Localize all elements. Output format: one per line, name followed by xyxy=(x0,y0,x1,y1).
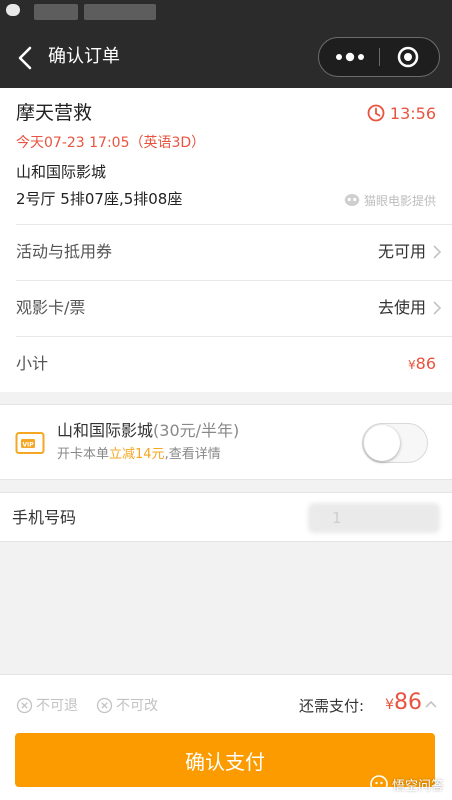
vip-card-icon: VIP xyxy=(15,432,45,454)
watermark-text: 悟空问答 xyxy=(391,778,444,794)
row-subtotal: 小计 ¥86 xyxy=(16,336,452,392)
watermark: 悟空问答 xyxy=(370,774,444,794)
blurred-status-text xyxy=(84,4,156,20)
membership-card-offer[interactable]: VIP 山和国际影城(30元/半年) 开卡本单立减14元,查看详情 xyxy=(0,404,452,480)
currency-symbol: ¥ xyxy=(385,697,394,713)
movie-card-label: 观影卡/票 xyxy=(16,298,86,317)
order-summary-card: 摩天营救 13:56 今天07-23 17:05（英语3D） 山和国际影城 2号… xyxy=(0,88,452,392)
vip-desc-prefix: 开卡本单 xyxy=(57,447,110,462)
phone-redaction xyxy=(308,503,440,533)
payment-countdown: 13:56 xyxy=(367,102,436,124)
subtotal-label: 小计 xyxy=(16,354,49,373)
svg-text:VIP: VIP xyxy=(22,441,34,448)
phone-label: 手机号码 xyxy=(12,508,77,527)
cinema-name: 山和国际影城 xyxy=(16,163,107,181)
coupons-label: 活动与抵用券 xyxy=(16,242,113,261)
chevron-right-icon xyxy=(433,301,442,315)
blurred-status-text xyxy=(34,4,78,20)
row-movie-card[interactable]: 观影卡/票 去使用 xyxy=(16,280,452,336)
provider-badge: 猫眼电影提供 xyxy=(344,191,436,209)
no-change-text: 不可改 xyxy=(116,698,158,714)
toggle-knob xyxy=(364,425,400,461)
no-refund-text: 不可退 xyxy=(36,698,78,714)
more-dots-icon[interactable] xyxy=(319,38,379,76)
chevron-right-icon xyxy=(433,245,442,259)
x-circle-icon xyxy=(96,697,113,713)
currency-symbol: ¥ xyxy=(408,358,416,372)
vip-description: 开卡本单立减14元,查看详情 xyxy=(57,446,221,464)
pay-label: 还需支付: xyxy=(298,697,364,715)
no-refund-policy: 不可退 xyxy=(16,695,78,715)
vip-discount: 立减14元 xyxy=(109,447,165,462)
pay-amount[interactable]: ¥86 xyxy=(385,687,422,721)
vip-toggle[interactable] xyxy=(362,423,428,463)
subtotal-amount: 86 xyxy=(415,354,436,373)
chevron-up-icon[interactable] xyxy=(424,699,438,709)
pay-amount-value: 86 xyxy=(394,690,422,715)
x-circle-icon xyxy=(16,697,33,713)
vip-details-link[interactable]: ,查看详情 xyxy=(165,447,221,462)
provider-text: 猫眼电影提供 xyxy=(363,193,436,208)
cat-eye-logo-icon xyxy=(344,194,360,206)
movie-title: 摩天营救 xyxy=(16,102,93,124)
vip-cinema: 山和国际影城 xyxy=(57,421,154,440)
row-coupons[interactable]: 活动与抵用券 无可用 xyxy=(16,224,452,280)
coupons-value: 无可用 xyxy=(377,242,426,261)
clock-icon xyxy=(367,104,385,122)
page-title: 确认订单 xyxy=(48,46,120,67)
seat-info: 2号厅 5排07座,5排08座 xyxy=(16,190,183,208)
wechat-icon xyxy=(6,4,20,16)
vip-price-period: (30元/半年) xyxy=(153,421,240,440)
mini-program-capsule xyxy=(318,37,440,77)
movie-card-value: 去使用 xyxy=(377,298,426,317)
back-arrow-icon[interactable] xyxy=(14,42,38,74)
nav-bar: 确认订单 xyxy=(0,28,452,88)
wukong-logo-icon xyxy=(370,775,388,793)
close-circle-icon[interactable] xyxy=(380,38,440,76)
no-change-policy: 不可改 xyxy=(96,695,158,715)
subtotal-price: ¥86 xyxy=(408,353,436,376)
phone-row[interactable]: 手机号码 1 xyxy=(0,492,452,542)
vip-title: 山和国际影城(30元/半年) xyxy=(57,420,239,442)
show-time: 今天07-23 17:05（英语3D） xyxy=(16,135,206,151)
countdown-time: 13:56 xyxy=(389,103,436,123)
status-bar xyxy=(0,0,452,28)
